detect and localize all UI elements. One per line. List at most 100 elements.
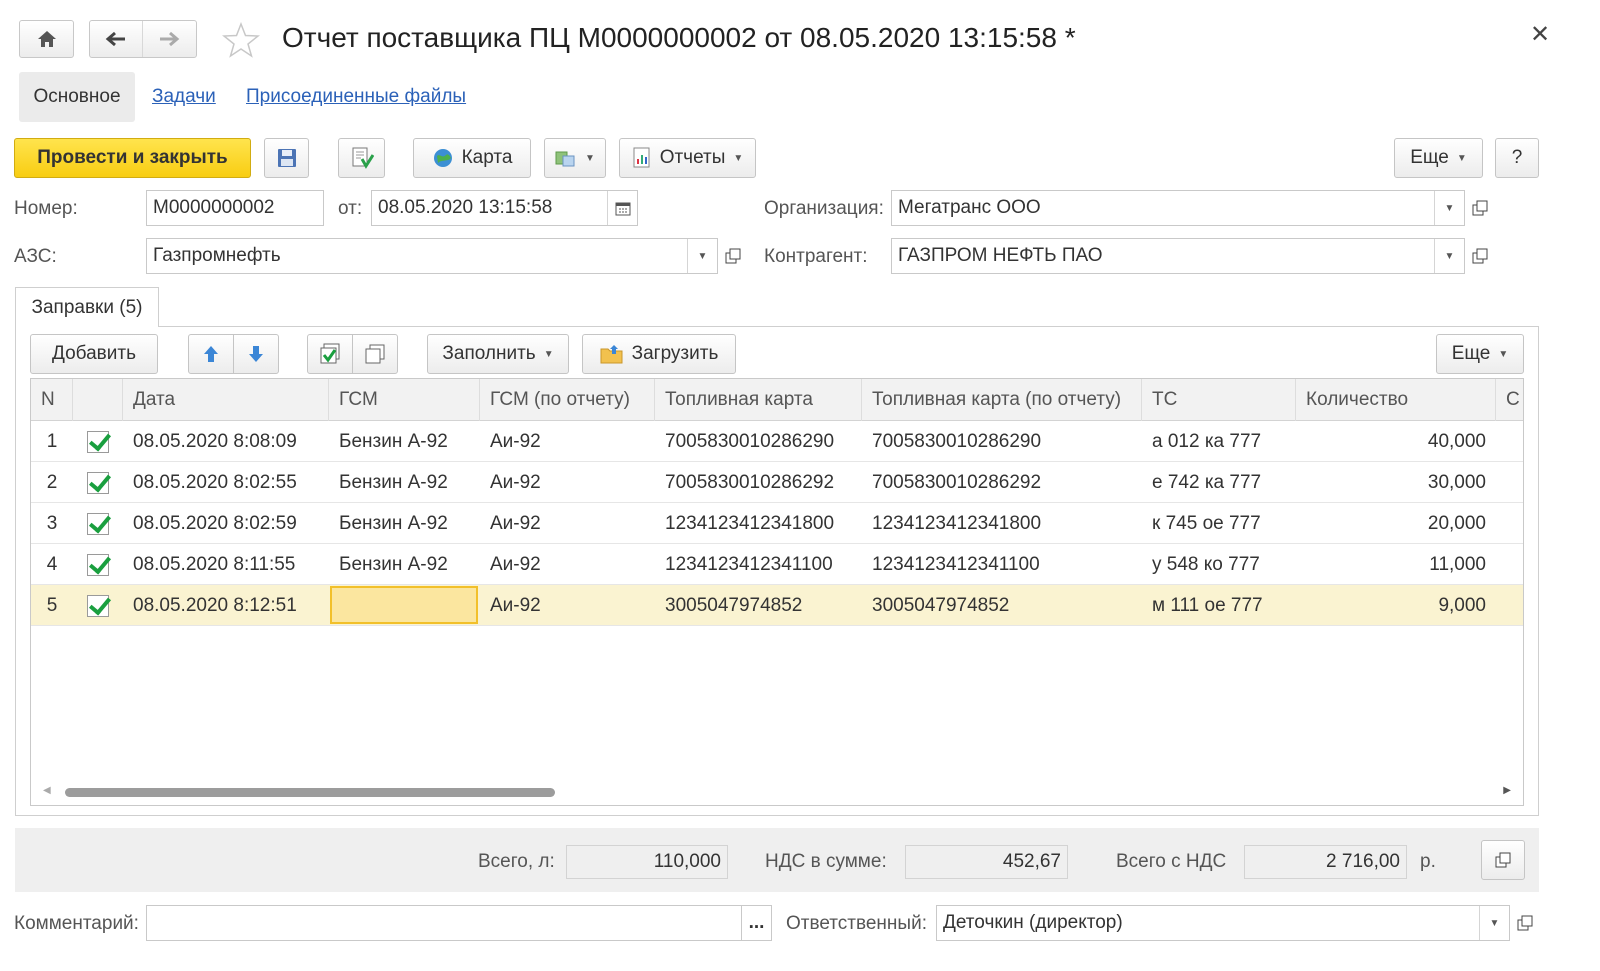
checkbox-checked-icon[interactable] [87,512,109,535]
table-row[interactable]: 2 08.05.2020 8:02:55 Бензин А-92 Аи-92 70058… [31,462,1523,503]
fill-button[interactable]: Заполнить ▼ [427,334,569,374]
comment-select-button[interactable]: ... [741,905,772,941]
cell-gsm[interactable] [329,585,480,626]
cell-fuel-card[interactable]: 1234123412341100 [655,544,862,585]
scroll-left-icon[interactable]: ◀ [43,785,51,796]
azs-open-button[interactable] [718,238,748,274]
date-field[interactable]: 08.05.2020 13:15:58 [371,190,638,226]
cell-n[interactable]: 5 [31,585,73,626]
checkbox-checked-icon[interactable] [87,594,109,617]
cell-gsm-report[interactable]: Аи-92 [480,503,655,544]
map-button[interactable]: Карта [413,138,531,178]
cell-n[interactable]: 3 [31,503,73,544]
cell-date[interactable]: 08.05.2020 8:08:09 [123,421,329,462]
cell-fuel-card[interactable]: 7005830010286292 [655,462,862,503]
contractor-open-button[interactable] [1465,238,1495,274]
column-header-quantity[interactable]: Количество [1296,379,1496,421]
post-and-close-button[interactable]: Провести и закрыть [14,138,251,178]
reports-button[interactable]: Отчеты ▼ [619,138,756,178]
cell-vehicle[interactable]: е 742 ка 777 [1142,462,1296,503]
tab-tasks[interactable]: Задачи [152,86,216,108]
cell-fuel-card[interactable]: 7005830010286290 [655,421,862,462]
responsible-field[interactable]: Деточкин (директор) ▼ [936,905,1510,941]
move-down-button[interactable] [233,334,279,374]
responsible-open-button[interactable] [1510,905,1540,941]
cell-quantity[interactable]: 30,000 [1296,462,1496,503]
cell-fuel-card-report[interactable]: 7005830010286292 [862,462,1142,503]
more-button[interactable]: Еще ▼ [1394,138,1483,178]
post-button[interactable] [338,138,385,178]
checkbox-checked-icon[interactable] [87,553,109,576]
cell-date[interactable]: 08.05.2020 8:11:55 [123,544,329,585]
column-header-check[interactable] [73,379,123,421]
cell-quantity[interactable]: 40,000 [1296,421,1496,462]
cell-fuel-card-report[interactable]: 3005047974852 [862,585,1142,626]
load-button[interactable]: Загрузить [582,334,736,374]
column-header-fuel-card[interactable]: Топливная карта [655,379,862,421]
uncheck-all-button[interactable] [352,334,398,374]
cell-quantity[interactable]: 9,000 [1296,585,1496,626]
cell-n[interactable]: 2 [31,462,73,503]
home-button[interactable] [19,20,74,58]
table-more-button[interactable]: Еще ▼ [1436,334,1524,374]
cell-gsm-report[interactable]: Аи-92 [480,421,655,462]
column-header-date[interactable]: Дата [123,379,329,421]
cell-check[interactable] [73,462,123,503]
move-up-button[interactable] [188,334,234,374]
cell-n[interactable]: 1 [31,421,73,462]
table-row[interactable]: 5 08.05.2020 8:12:51 Аи-92 3005047974852 300… [31,585,1523,626]
cell-fuel-card[interactable]: 1234123412341800 [655,503,862,544]
column-header-gsm-report[interactable]: ГСМ (по отчету) [480,379,655,421]
help-button[interactable]: ? [1495,138,1539,178]
favorite-star-button[interactable] [221,21,261,58]
column-header-gsm[interactable]: ГСМ [329,379,480,421]
cell-fuel-card[interactable]: 3005047974852 [655,585,862,626]
cell-fuel-card-report[interactable]: 7005830010286290 [862,421,1142,462]
save-button[interactable] [264,138,309,178]
create-based-on-button[interactable]: ▼ [544,138,606,178]
table-row[interactable]: 1 08.05.2020 8:08:09 Бензин А-92 Аи-92 70058… [31,421,1523,462]
cell-gsm-report[interactable]: Аи-92 [480,544,655,585]
cell-date[interactable]: 08.05.2020 8:02:55 [123,462,329,503]
forward-button[interactable] [142,21,194,57]
cell-date[interactable]: 08.05.2020 8:02:59 [123,503,329,544]
checkbox-checked-icon[interactable] [87,471,109,494]
column-header-n[interactable]: N [31,379,73,421]
cell-gsm[interactable]: Бензин А-92 [329,462,480,503]
contractor-dropdown-button[interactable]: ▼ [1434,239,1464,273]
organization-field[interactable]: Мегатранс ООО ▼ [891,190,1465,226]
cell-vehicle[interactable]: у 548 ко 777 [1142,544,1296,585]
cell-vehicle[interactable]: м 111 ое 777 [1142,585,1296,626]
table-row[interactable]: 4 08.05.2020 8:11:55 Бензин А-92 Аи-92 12341… [31,544,1523,585]
check-all-button[interactable] [307,334,353,374]
cell-vehicle[interactable]: к 745 ое 777 [1142,503,1296,544]
number-field[interactable]: М0000000002 [146,190,324,226]
table-row[interactable]: 3 08.05.2020 8:02:59 Бензин А-92 Аи-92 12341… [31,503,1523,544]
cell-n[interactable]: 4 [31,544,73,585]
azs-dropdown-button[interactable]: ▼ [687,239,717,273]
scrollbar-thumb[interactable] [65,788,555,797]
tab-refuelings[interactable]: Заправки (5) [15,287,159,327]
checkbox-checked-icon[interactable] [87,430,109,453]
close-icon[interactable]: ✕ [1530,20,1550,49]
organization-open-button[interactable] [1465,190,1495,226]
cell-gsm-report[interactable]: Аи-92 [480,585,655,626]
back-button[interactable] [90,21,142,57]
cell-quantity[interactable]: 11,000 [1296,544,1496,585]
cell-gsm-report[interactable]: Аи-92 [480,462,655,503]
column-header-more[interactable]: С [1496,379,1523,421]
totals-open-button[interactable] [1481,840,1525,880]
cell-check[interactable] [73,585,123,626]
tab-attached-files[interactable]: Присоединенные файлы [246,86,466,108]
responsible-dropdown-button[interactable]: ▼ [1479,906,1509,940]
cell-fuel-card-report[interactable]: 1234123412341800 [862,503,1142,544]
cell-check[interactable] [73,544,123,585]
cell-vehicle[interactable]: а 012 ка 777 [1142,421,1296,462]
cell-check[interactable] [73,503,123,544]
cell-gsm[interactable]: Бензин А-92 [329,503,480,544]
cell-quantity[interactable]: 20,000 [1296,503,1496,544]
cell-gsm[interactable]: Бензин А-92 [329,544,480,585]
azs-field[interactable]: Газпромнефть ▼ [146,238,718,274]
column-header-fuel-card-report[interactable]: Топливная карта (по отчету) [862,379,1142,421]
add-row-button[interactable]: Добавить [30,334,158,374]
